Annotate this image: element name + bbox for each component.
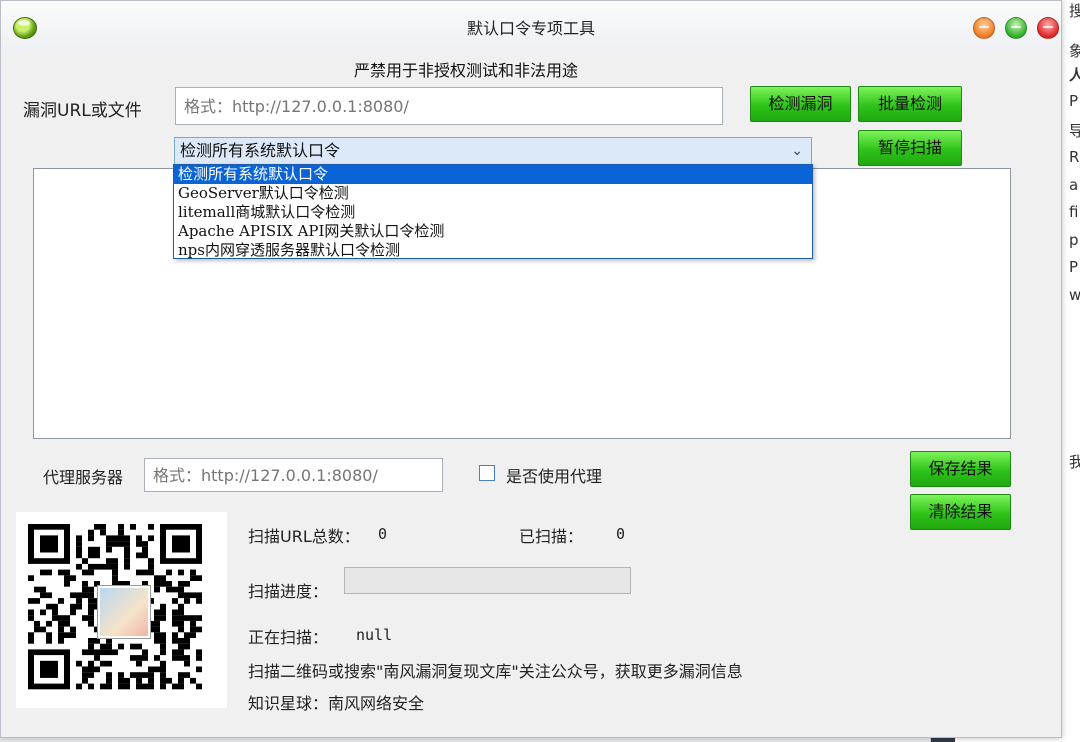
background-text: P	[1069, 92, 1079, 110]
qr-code	[16, 512, 227, 708]
planet-text: 知识星球：南风网络安全	[248, 694, 425, 713]
warning-text: 严禁用于非授权测试和非法用途	[353, 61, 578, 80]
background-text: P	[1069, 258, 1079, 276]
dropdown-option[interactable]: litemall商城默认口令检测	[174, 203, 812, 222]
progress-label: 扫描进度：	[248, 582, 329, 601]
dropdown-option[interactable]: 检测所有系统默认口令	[174, 165, 812, 184]
chevron-down-icon[interactable]: ⌄	[791, 138, 803, 164]
background-text: 人	[1069, 64, 1080, 85]
background-text: 我	[1069, 451, 1080, 472]
app-window: 默认口令专项工具 严禁用于非授权测试和非法用途 漏洞URL或文件 检测漏洞 批量…	[0, 0, 1062, 738]
scanned-label: 已扫描：	[519, 527, 584, 546]
background-text: R	[1069, 148, 1080, 166]
pause-scan-button[interactable]: 暂停扫描	[858, 130, 962, 166]
dropdown-option[interactable]: nps内网穿透服务器默认口令检测	[174, 241, 812, 260]
url-label: 漏洞URL或文件	[23, 101, 142, 121]
qr-logo-image	[98, 586, 150, 638]
dropdown-option[interactable]: GeoServer默认口令检测	[174, 184, 812, 203]
proxy-input[interactable]	[144, 458, 443, 492]
maximize-button[interactable]	[1005, 17, 1027, 39]
batch-detect-button[interactable]: 批量检测	[858, 86, 962, 122]
proxy-label: 代理服务器	[43, 468, 124, 487]
total-url-value: 0	[378, 525, 388, 543]
use-proxy-label[interactable]: 是否使用代理	[506, 463, 602, 487]
current-scan-value: null	[356, 626, 393, 644]
system-select-value: 检测所有系统默认口令	[180, 141, 341, 160]
minimize-button[interactable]	[973, 17, 995, 39]
current-scan-label: 正在扫描：	[248, 628, 329, 647]
total-url-label: 扫描URL总数：	[248, 527, 360, 546]
background-text: 象	[1069, 40, 1080, 61]
window-title: 默认口令专项工具	[466, 19, 595, 38]
scan-progress-bar	[344, 567, 631, 594]
title-bar: 默认口令专项工具	[1, 1, 1061, 51]
close-button[interactable]	[1037, 17, 1059, 39]
system-select[interactable]: 检测所有系统默认口令 ⌄	[174, 137, 812, 165]
scanned-value: 0	[616, 525, 626, 543]
save-results-button[interactable]: 保存结果	[910, 451, 1011, 487]
url-input[interactable]	[175, 87, 723, 125]
clear-results-button[interactable]: 清除结果	[910, 494, 1011, 530]
use-proxy-checkbox[interactable]	[479, 465, 495, 481]
background-text: w	[1069, 286, 1080, 304]
promo-text: 扫描二维码或搜索"南风漏洞复现文库"关注公众号，获取更多漏洞信息	[248, 662, 743, 681]
background-text: 搜索组件字	[1069, 0, 1080, 21]
detect-vuln-button[interactable]: 检测漏洞	[750, 86, 851, 122]
dropdown-option[interactable]: Apache APISIX API网关默认口令检测	[174, 222, 812, 241]
background-text: fi	[1069, 203, 1079, 221]
background-text: a	[1069, 176, 1079, 194]
background-text: 导	[1069, 120, 1080, 141]
background-text: p	[1069, 231, 1079, 249]
system-dropdown-list: 检测所有系统默认口令 GeoServer默认口令检测 litemall商城默认口…	[173, 164, 813, 259]
